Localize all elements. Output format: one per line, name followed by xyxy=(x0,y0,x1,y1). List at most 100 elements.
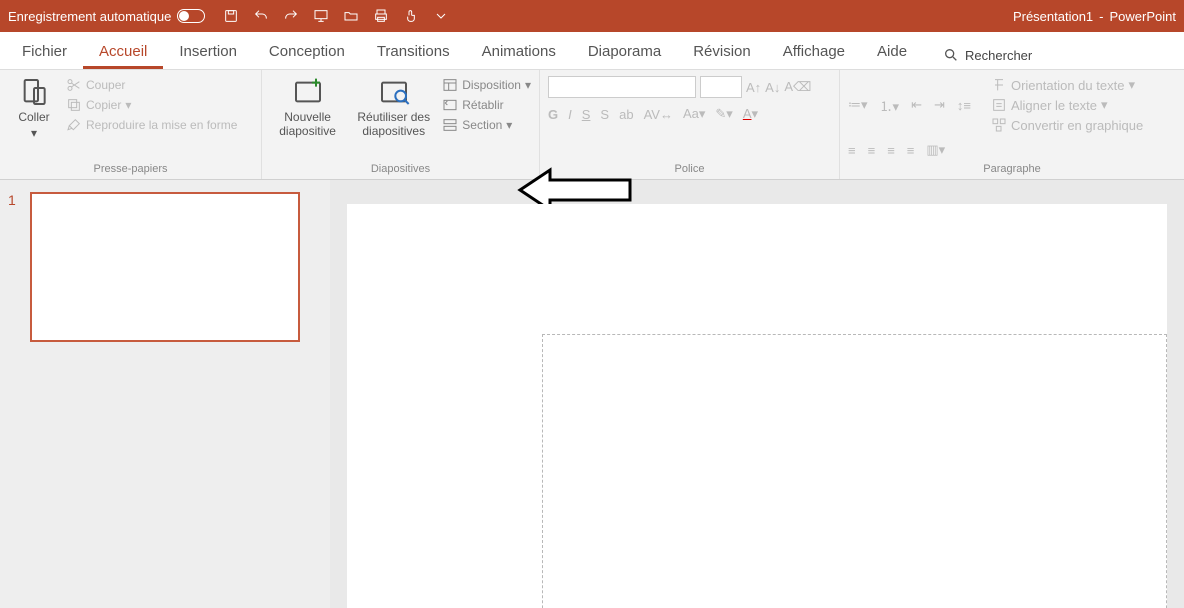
quick-access-toolbar xyxy=(223,8,449,24)
cut-label: Couper xyxy=(86,78,125,92)
cut-button[interactable]: Couper xyxy=(66,76,237,94)
ribbon-tabs: Fichier Accueil Insertion Conception Tra… xyxy=(0,32,1184,70)
touch-icon[interactable] xyxy=(403,8,419,24)
outdent-button[interactable]: ⇤ xyxy=(911,97,922,113)
font-color-button[interactable]: A▾ xyxy=(743,106,758,122)
convert-label: Convertir en graphique xyxy=(1011,118,1143,133)
tab-accueil[interactable]: Accueil xyxy=(83,35,163,69)
slide-number: 1 xyxy=(8,192,22,342)
new-slide-icon xyxy=(292,76,324,108)
search-label: Rechercher xyxy=(965,48,1032,63)
text-direction-icon xyxy=(991,77,1007,93)
slideshow-icon[interactable] xyxy=(313,8,329,24)
autosave-toggle[interactable] xyxy=(177,9,205,23)
tab-transitions[interactable]: Transitions xyxy=(361,35,466,69)
tab-insertion[interactable]: Insertion xyxy=(163,35,253,69)
group-clipboard-label: Presse-papiers xyxy=(8,161,253,177)
shadow-button[interactable]: ab xyxy=(619,107,633,122)
tab-revision[interactable]: Révision xyxy=(677,35,767,69)
align-text-button[interactable]: Aligner le texte▾ xyxy=(991,96,1143,114)
line-spacing-button[interactable]: ↕≡ xyxy=(957,98,971,113)
chevron-down-icon: ▾ xyxy=(125,98,131,112)
strike-button[interactable]: S xyxy=(600,107,609,122)
columns-button[interactable]: ▥▾ xyxy=(926,142,945,158)
chevron-down-icon: ▾ xyxy=(31,126,37,140)
reuse-slides-label: Réutiliser des diapositives xyxy=(351,110,436,138)
reuse-slides-icon xyxy=(378,76,410,108)
slide-editor[interactable]: Cliquez pour xyxy=(330,180,1184,608)
spacing-button[interactable]: AV↔ xyxy=(644,107,673,122)
layout-icon xyxy=(442,77,458,93)
slide-thumb-1[interactable]: 1 xyxy=(8,192,320,342)
text-direction-button[interactable]: Orientation du texte▾ xyxy=(991,76,1143,94)
decrease-font-icon[interactable]: A↓ xyxy=(765,80,780,95)
underline-button[interactable]: S xyxy=(582,107,591,122)
slide-thumbnails-panel[interactable]: 1 xyxy=(0,180,330,608)
tab-animations[interactable]: Animations xyxy=(466,35,572,69)
bullets-button[interactable]: ≔▾ xyxy=(848,97,868,113)
format-painter-button[interactable]: Reproduire la mise en forme xyxy=(66,116,237,134)
tab-conception[interactable]: Conception xyxy=(253,35,361,69)
paste-button[interactable]: Coller ▾ xyxy=(8,76,60,140)
chevron-down-icon: ▾ xyxy=(506,118,512,132)
tab-diaporama[interactable]: Diaporama xyxy=(572,35,677,69)
align-center-button[interactable]: ≡ xyxy=(868,143,876,158)
increase-font-icon[interactable]: A↑ xyxy=(746,80,761,95)
copy-icon xyxy=(66,97,82,113)
group-paragraph-label: Paragraphe xyxy=(848,161,1176,177)
layout-button[interactable]: Disposition ▾ xyxy=(442,76,531,94)
title-separator: - xyxy=(1099,9,1103,24)
justify-button[interactable]: ≡ xyxy=(907,143,915,158)
indent-button[interactable]: ⇥ xyxy=(934,97,945,113)
section-icon xyxy=(442,117,458,133)
reset-button[interactable]: Rétablir xyxy=(442,96,531,114)
highlight-button[interactable]: ✎▾ xyxy=(715,106,732,122)
title-bar: Enregistrement automatique Présentation1… xyxy=(0,0,1184,32)
group-slides: Nouvelle diapositive Réutiliser des diap… xyxy=(262,70,540,179)
autosave-control[interactable]: Enregistrement automatique xyxy=(8,9,205,24)
open-icon[interactable] xyxy=(343,8,359,24)
search-icon xyxy=(943,47,959,63)
font-family-input[interactable] xyxy=(548,76,696,98)
app-name: PowerPoint xyxy=(1110,9,1176,24)
text-direction-label: Orientation du texte xyxy=(1011,78,1124,93)
paste-label: Coller xyxy=(18,110,49,124)
section-button[interactable]: Section ▾ xyxy=(442,116,531,134)
print-icon[interactable] xyxy=(373,8,389,24)
layout-label: Disposition xyxy=(462,78,521,92)
copy-button[interactable]: Copier ▾ xyxy=(66,96,237,114)
undo-icon[interactable] xyxy=(253,8,269,24)
align-text-icon xyxy=(991,97,1007,113)
slide-canvas[interactable]: Cliquez pour xyxy=(347,204,1167,608)
convert-smartart-button[interactable]: Convertir en graphique xyxy=(991,116,1143,134)
document-title: Présentation1 xyxy=(1013,9,1093,24)
font-size-input[interactable] xyxy=(700,76,742,98)
numbers-button[interactable]: ⒈▾ xyxy=(880,96,900,115)
reset-label: Rétablir xyxy=(462,98,503,112)
group-clipboard: Coller ▾ Couper Copier ▾ Reproduire la m… xyxy=(0,70,262,179)
section-label: Section xyxy=(462,118,502,132)
tab-affichage[interactable]: Affichage xyxy=(767,35,861,69)
tab-aide[interactable]: Aide xyxy=(861,35,923,69)
align-left-button[interactable]: ≡ xyxy=(848,143,856,158)
group-paragraph: ≔▾ ⒈▾ ⇤ ⇥ ↕≡ Orientation du texte▾ Align… xyxy=(840,70,1184,179)
search-button[interactable]: Rechercher xyxy=(933,39,1042,69)
tab-fichier[interactable]: Fichier xyxy=(6,35,83,69)
new-slide-button[interactable]: Nouvelle diapositive xyxy=(270,76,345,138)
redo-icon[interactable] xyxy=(283,8,299,24)
more-icon[interactable] xyxy=(433,8,449,24)
save-icon[interactable] xyxy=(223,8,239,24)
reuse-slides-button[interactable]: Réutiliser des diapositives xyxy=(351,76,436,138)
align-right-button[interactable]: ≡ xyxy=(887,143,895,158)
paste-icon xyxy=(18,76,50,108)
clear-format-icon[interactable]: A⌫ xyxy=(784,79,811,95)
case-button[interactable]: Aa▾ xyxy=(683,106,705,122)
bold-button[interactable]: G xyxy=(548,107,558,122)
title-placeholder[interactable]: Cliquez pour xyxy=(542,334,1167,608)
italic-button[interactable]: I xyxy=(568,107,572,122)
group-slides-label: Diapositives xyxy=(270,161,531,177)
group-font-label: Police xyxy=(548,161,831,177)
copy-label: Copier xyxy=(86,98,121,112)
slide-thumbnail[interactable] xyxy=(30,192,300,342)
scissors-icon xyxy=(66,77,82,93)
